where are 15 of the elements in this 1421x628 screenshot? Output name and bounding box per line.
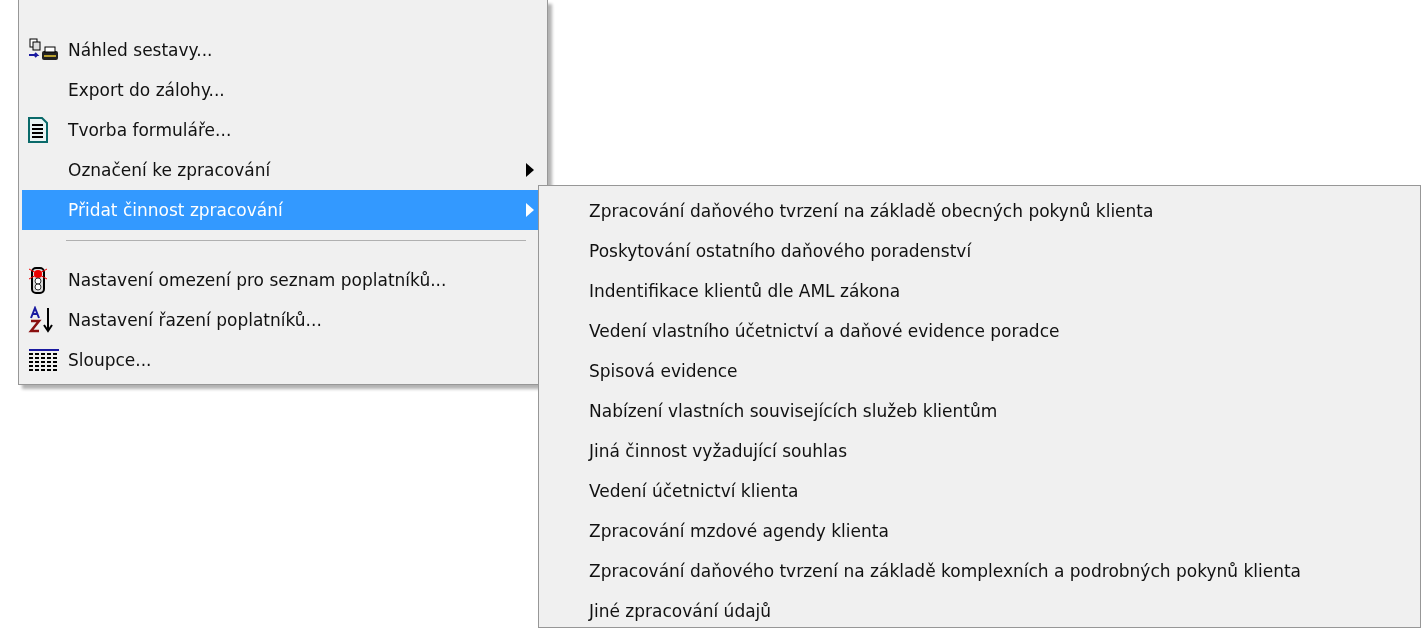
menu-item[interactable]: Export do zálohy... [22,70,544,110]
menu-item[interactable]: Tvorba formuláře... [22,110,544,150]
menu-item[interactable]: Náhled sestavy... [22,30,544,70]
sort-az-icon [28,306,56,334]
submenu-item[interactable]: Zpracování daňového tvrzení na základě komplexních a podrobných pokynů klienta [539,551,1420,591]
printer-icon [28,38,60,62]
table-icon [28,348,60,372]
submenu-item[interactable]: Zpracování mzdové agendy klienta [539,511,1420,551]
traffic-light-icon [28,266,48,294]
submenu-item[interactable]: Jiné zpracování údajů [539,591,1420,628]
submenu-item[interactable]: Jiná činnost vyžadující souhlas [539,431,1420,471]
submenu-item[interactable]: Vedení účetnictví klienta [539,471,1420,511]
menu-item[interactable]: Označení ke zpracování [22,150,544,190]
document-icon [28,117,48,143]
submenu-item[interactable]: Nabízení vlastních souvisejících služeb klientům [539,391,1420,431]
